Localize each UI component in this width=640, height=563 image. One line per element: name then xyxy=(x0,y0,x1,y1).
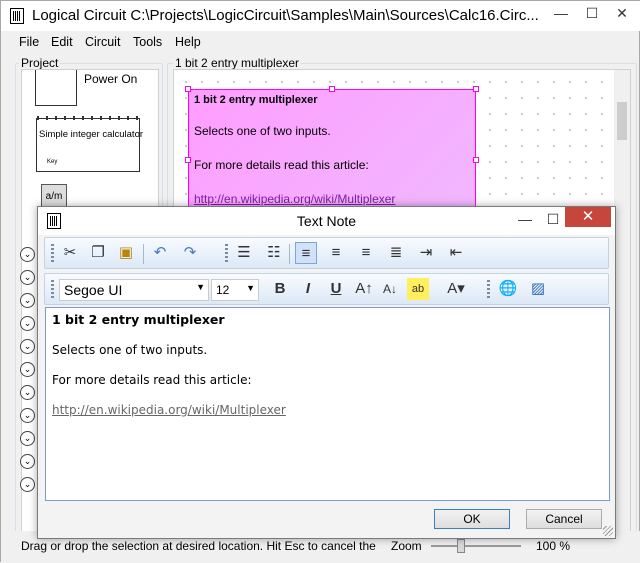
highlight-icon[interactable]: ab xyxy=(407,278,429,300)
resize-handle[interactable] xyxy=(329,86,335,92)
cancel-button[interactable]: Cancel xyxy=(526,509,602,529)
indent-icon[interactable]: ⇥ xyxy=(415,242,437,264)
underline-button[interactable]: U xyxy=(325,278,347,300)
font-family-value: Segoe UI xyxy=(64,282,123,298)
zoom-slider[interactable] xyxy=(431,539,521,553)
hyperlink-icon[interactable]: 🌐 xyxy=(497,278,519,300)
note-line1: Selects one of two inputs. xyxy=(194,124,331,138)
align-center-icon[interactable]: ≡ xyxy=(325,242,347,264)
power-on-component[interactable] xyxy=(35,70,77,106)
menu-circuit[interactable]: Circuit xyxy=(85,35,120,49)
font-size-select[interactable]: 12 ▼ xyxy=(211,279,259,301)
expand-icon[interactable]: ⌄ xyxy=(20,270,35,285)
numbered-list-icon[interactable]: ☷ xyxy=(263,242,285,264)
outdent-icon[interactable]: ⇤ xyxy=(445,242,467,264)
chevron-down-icon: ▼ xyxy=(196,282,205,292)
expand-icon[interactable]: ⌄ xyxy=(20,339,35,354)
align-left-icon[interactable]: ≡ xyxy=(295,242,317,264)
menu-file[interactable]: File xyxy=(19,35,39,49)
italic-button[interactable]: I xyxy=(297,278,319,300)
resize-handle[interactable] xyxy=(473,157,479,163)
font-family-select[interactable]: Segoe UI ▼ xyxy=(59,279,209,301)
expand-icon[interactable]: ⌄ xyxy=(20,408,35,423)
close-icon[interactable]: ✕ xyxy=(607,1,637,27)
menu-help[interactable]: Help xyxy=(175,35,201,49)
editor-line2: For more details read this article: xyxy=(52,373,252,387)
title-bar: Logical Circuit C:\Projects\LogicCircuit… xyxy=(1,1,640,31)
font-color-icon[interactable]: A▾ xyxy=(445,278,467,300)
undo-icon[interactable]: ↶ xyxy=(149,242,171,264)
menu-tools[interactable]: Tools xyxy=(133,35,162,49)
bold-button[interactable]: B xyxy=(269,278,291,300)
calculator-component[interactable]: Simple integer calculator Key xyxy=(36,116,144,172)
expand-icon[interactable]: ⌄ xyxy=(20,431,35,446)
dialog-minimize-icon[interactable]: — xyxy=(510,207,540,233)
formatting-toolbar-1: ✂ ❐ ▣ ↶ ↷ ☰ ☷ ≡ ≡ ≡ ≣ ⇥ ⇤ xyxy=(44,237,609,269)
resize-grip-icon[interactable] xyxy=(603,526,613,536)
editor-link[interactable]: http://en.wikipedia.org/wiki/Multiplexer xyxy=(52,403,603,417)
editor-title: 1 bit 2 entry multiplexer xyxy=(52,312,225,327)
project-label: Project xyxy=(19,56,61,70)
insert-image-icon[interactable]: ▨ xyxy=(527,278,549,300)
expand-icon[interactable]: ⌄ xyxy=(20,385,35,400)
expand-icon[interactable]: ⌄ xyxy=(20,293,35,308)
expand-icon[interactable]: ⌄ xyxy=(20,362,35,377)
window-title: Logical Circuit C:\Projects\LogicCircuit… xyxy=(32,7,539,24)
app-icon xyxy=(10,8,24,24)
grow-font-icon[interactable]: A↑ xyxy=(353,278,375,300)
calculator-key-label: Key xyxy=(47,159,58,165)
bullet-list-icon[interactable]: ☰ xyxy=(233,242,255,264)
dialog-maximize-icon[interactable]: ☐ xyxy=(538,207,568,233)
calculator-label: Simple integer calculator xyxy=(39,129,144,140)
expand-icon[interactable]: ⌄ xyxy=(20,247,35,262)
dialog-close-icon[interactable]: ✕ xyxy=(565,207,611,227)
shrink-font-icon[interactable]: A↓ xyxy=(379,278,401,300)
maximize-icon[interactable]: ☐ xyxy=(577,1,607,27)
cut-icon[interactable]: ✂ xyxy=(59,242,81,264)
menu-bar: File Edit Circuit Tools Help xyxy=(1,33,640,53)
resize-handle[interactable] xyxy=(473,86,479,92)
copy-icon[interactable]: ❐ xyxy=(87,242,109,264)
expand-icon[interactable]: ⌄ xyxy=(20,477,35,492)
resize-handle[interactable] xyxy=(185,157,191,163)
formatting-toolbar-2: Segoe UI ▼ 12 ▼ B I U A↑ A↓ ab A▾ 🌐 ▨ xyxy=(44,273,609,305)
chevron-down-icon: ▼ xyxy=(246,283,255,293)
zoom-label: Zoom xyxy=(391,539,422,553)
text-note-dialog: Text Note — ☐ ✕ ✂ ❐ ▣ ↶ ↷ ☰ ☷ ≡ ≡ ≡ ≣ ⇥ … xyxy=(37,206,616,539)
menu-edit[interactable]: Edit xyxy=(51,35,73,49)
paste-icon[interactable]: ▣ xyxy=(115,242,137,264)
note-link[interactable]: http://en.wikipedia.org/wiki/Multiplexer xyxy=(194,192,395,206)
canvas-scrollbar[interactable] xyxy=(614,70,630,536)
resize-handle[interactable] xyxy=(185,86,191,92)
expand-icon[interactable]: ⌄ xyxy=(20,454,35,469)
text-note[interactable]: 1 bit 2 entry multiplexer Selects one of… xyxy=(188,89,476,219)
power-on-label: Power On xyxy=(84,72,138,86)
status-text: Drag or drop the selection at desired lo… xyxy=(21,539,376,553)
expand-icon[interactable]: ⌄ xyxy=(20,316,35,331)
note-editor[interactable]: 1 bit 2 entry multiplexer Selects one of… xyxy=(45,307,610,501)
note-title: 1 bit 2 entry multiplexer xyxy=(194,94,318,106)
dialog-title-bar: Text Note — ☐ ✕ xyxy=(38,207,615,235)
justify-icon[interactable]: ≣ xyxy=(385,242,407,264)
ok-button[interactable]: OK xyxy=(434,509,510,529)
font-size-value: 12 xyxy=(216,283,230,297)
circuit-name-label: 1 bit 2 entry multiplexer xyxy=(173,56,302,70)
note-line2: For more details read this article: xyxy=(194,158,369,172)
minimize-icon[interactable]: — xyxy=(546,1,576,27)
editor-line1: Selects one of two inputs. xyxy=(52,343,208,357)
zoom-value: 100 % xyxy=(536,539,571,553)
align-right-icon[interactable]: ≡ xyxy=(355,242,377,264)
redo-icon[interactable]: ↷ xyxy=(179,242,201,264)
